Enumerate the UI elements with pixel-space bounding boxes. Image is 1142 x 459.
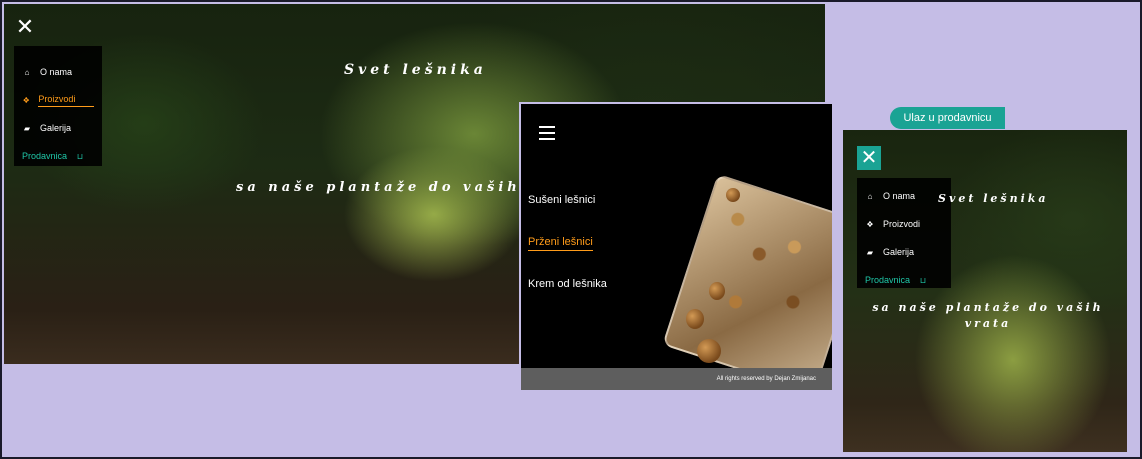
book-icon: ▰ — [23, 123, 31, 133]
hazelnut-image — [686, 309, 704, 329]
mobile-hero-panel: ✕ ⌂ O nama ❖ Proizvodi ▰ Galerija Prodav… — [841, 128, 1129, 454]
close-icon[interactable]: ✕ — [857, 146, 881, 170]
hamburger-menu-icon[interactable] — [539, 126, 555, 144]
nav-item-label: O nama — [883, 191, 916, 201]
hero-title: Svet lešnika — [938, 192, 1049, 205]
nav-item-galerija[interactable]: ▰ Galerija — [14, 114, 102, 142]
footer-copyright: All rights reserved by Dejan Zmijanac — [521, 368, 832, 390]
hazelnut-image — [709, 282, 725, 300]
enter-shop-button[interactable]: Ulaz u prodavnicu — [890, 107, 1005, 129]
products-panel: Sušeni lešnici Prženi lešnici Krem od le… — [519, 102, 834, 392]
nav-item-proizvodi[interactable]: ❖ Proizvodi — [857, 210, 951, 238]
basket-icon: ⊔ — [76, 151, 84, 161]
nav-item-o-nama[interactable]: ⌂ O nama — [857, 182, 951, 210]
hero-subtitle: sa naše plantaže do vaših — [236, 180, 521, 195]
book-icon: ▰ — [866, 247, 874, 257]
side-menu: ⌂ O nama ❖ Proizvodi ▰ Galerija Prodavni… — [857, 178, 951, 288]
nav-item-prodavnica[interactable]: Prodavnica ⊔ — [14, 142, 102, 170]
nav-item-label: Galerija — [40, 123, 72, 133]
close-icon[interactable]: ✕ — [14, 16, 36, 38]
nav-item-label: Galerija — [883, 247, 915, 257]
nav-item-label: Proizvodi — [883, 219, 921, 229]
nav-item-o-nama[interactable]: ⌂ O nama — [14, 58, 102, 86]
hero-title: Svet lešnika — [344, 62, 487, 78]
home-icon: ⌂ — [867, 191, 873, 201]
nav-item-prodavnica[interactable]: Prodavnica ⊔ — [857, 266, 951, 294]
side-menu: ⌂ O nama ❖ Proizvodi ▰ Galerija Prodavni… — [14, 46, 102, 166]
nav-item-galerija[interactable]: ▰ Galerija — [857, 238, 951, 266]
gift-icon: ❖ — [866, 219, 874, 229]
product-item-krem[interactable]: Krem od lešnika — [528, 278, 607, 320]
hazelnut-image — [697, 339, 721, 363]
gift-icon: ❖ — [22, 95, 30, 105]
product-item-suseni[interactable]: Sušeni lešnici — [528, 194, 607, 236]
product-item-przeni[interactable]: Prženi lešnici — [528, 236, 607, 278]
basket-icon: ⊔ — [919, 275, 927, 285]
home-icon: ⌂ — [24, 67, 30, 77]
hazelnut-image — [726, 188, 740, 202]
nav-item-label: Prodavnica — [865, 275, 911, 285]
nav-item-proizvodi[interactable]: ❖ Proizvodi — [14, 86, 102, 114]
nav-item-label: O nama — [40, 67, 73, 77]
hazelnut-bag-image — [662, 173, 832, 390]
product-list: Sušeni lešnici Prženi lešnici Krem od le… — [528, 194, 607, 320]
nav-item-label: Proizvodi — [38, 94, 94, 107]
nav-item-label: Prodavnica — [22, 151, 68, 161]
hero-subtitle: sa naše plantaže do vaših vrata — [872, 301, 1104, 330]
